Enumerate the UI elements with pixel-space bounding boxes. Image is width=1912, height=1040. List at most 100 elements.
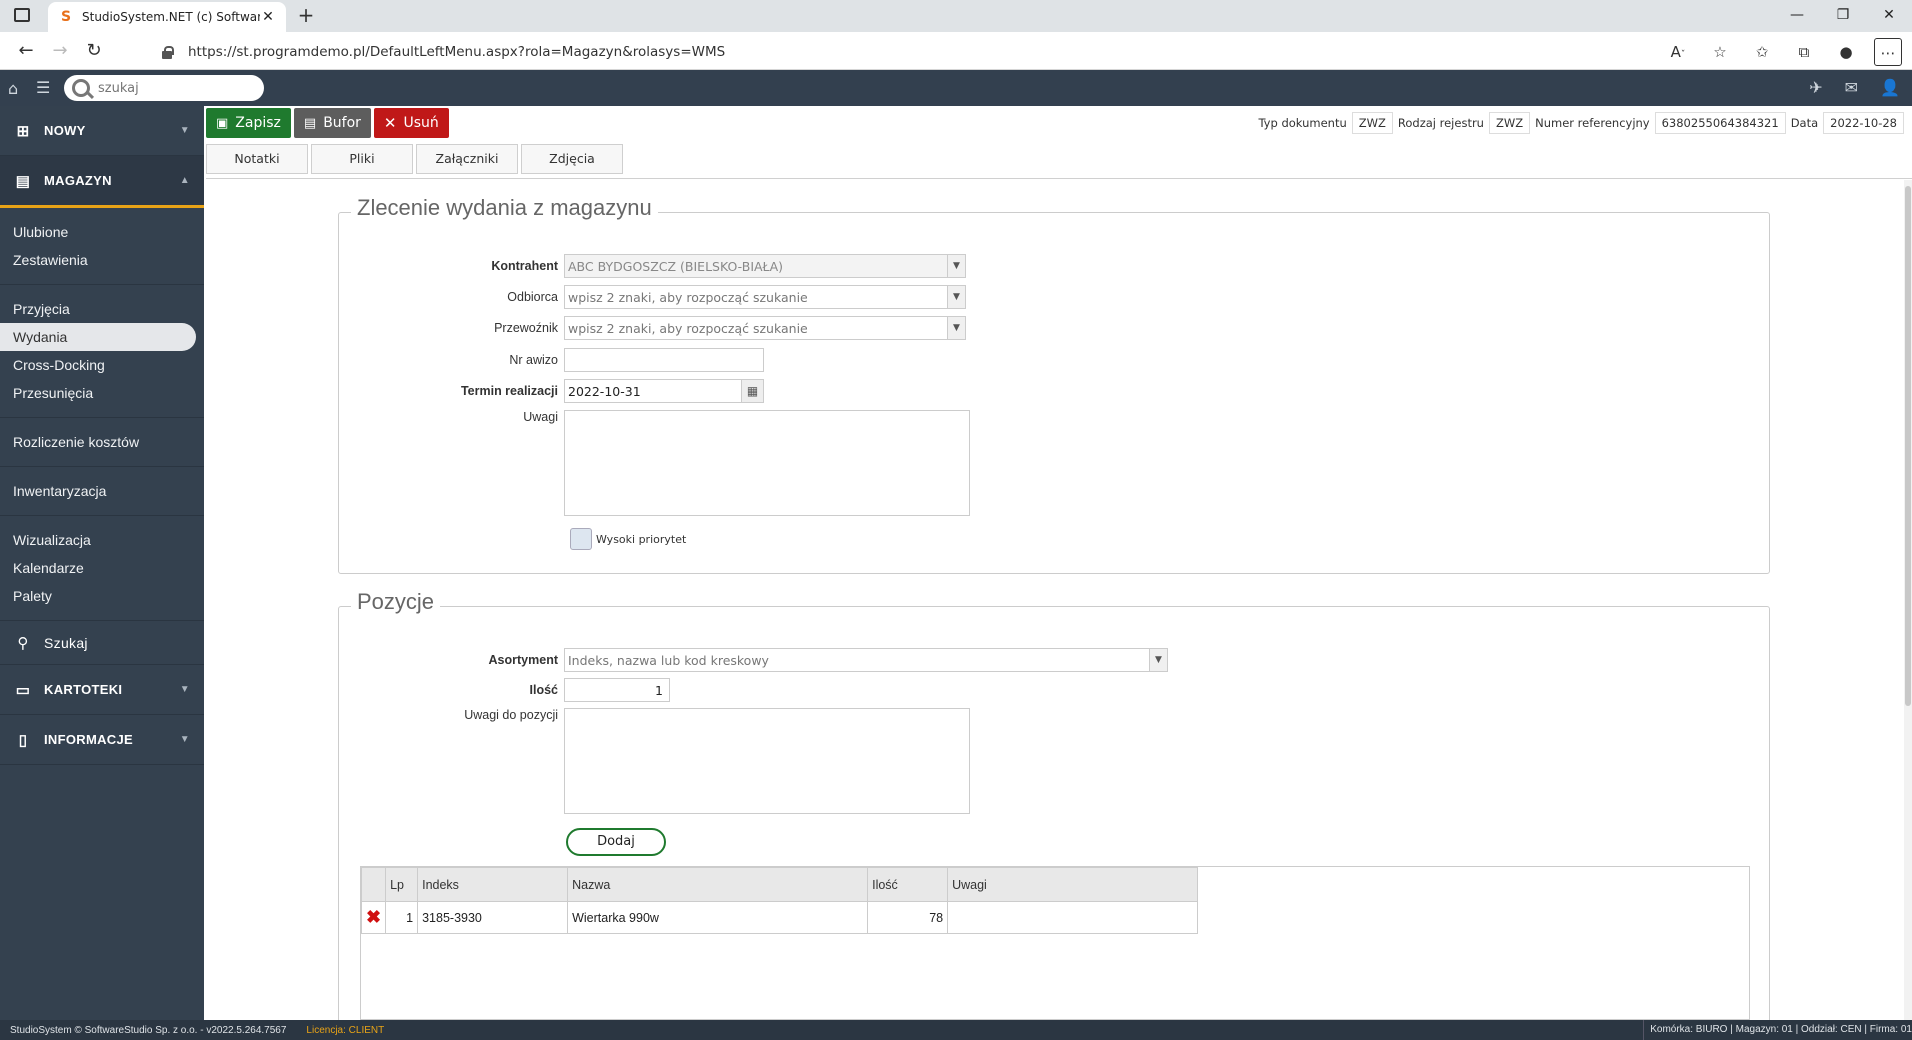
chevron-down-icon[interactable]: ▼ xyxy=(947,286,965,308)
termin-row: Termin realizacji 2022-10-31 ▦ xyxy=(338,379,764,403)
sidebar-item-inwentaryzacja[interactable]: Inwentaryzacja xyxy=(0,477,204,505)
sidebar-item-zestawienia[interactable]: Zestawienia xyxy=(0,246,204,274)
sidebar-section-label: MAGAZYN xyxy=(44,173,112,188)
sidebar-section-nowy[interactable]: ⊞ NOWY ▼ xyxy=(0,106,204,156)
column-header-ilosc[interactable]: Ilość xyxy=(867,867,949,902)
odbiorca-label: Odbiorca xyxy=(507,290,558,304)
sidebar-section-magazyn[interactable]: ▤ MAGAZYN ▲ xyxy=(0,156,204,208)
favorites-icon[interactable]: ✩ xyxy=(1748,38,1776,66)
add-position-button[interactable]: Dodaj xyxy=(566,828,666,856)
calendar-icon[interactable]: ▦ xyxy=(741,380,763,402)
save-button[interactable]: ▣ Zapisz xyxy=(206,108,291,138)
plus-square-icon: ⊞ xyxy=(16,122,30,140)
priorytet-checkbox[interactable] xyxy=(570,528,592,550)
uwagi-pozycji-label: Uwagi do pozycji xyxy=(464,708,558,722)
restore-icon[interactable]: ❐ xyxy=(1820,0,1866,32)
sidebar-group: Przyjęcia Wydania Cross-Docking Przesuni… xyxy=(0,285,204,418)
chevron-down-icon[interactable]: ▼ xyxy=(947,317,965,339)
nr-awizo-input[interactable] xyxy=(564,348,764,372)
home-icon[interactable]: ⌂ xyxy=(8,79,18,98)
search-input[interactable] xyxy=(98,80,238,96)
menu-toggle-icon[interactable]: ☰ xyxy=(36,78,50,97)
sidebar-item-ulubione[interactable]: Ulubione xyxy=(0,218,204,246)
chevron-down-icon: ▼ xyxy=(179,125,190,136)
chevron-down-icon: ▼ xyxy=(947,255,965,277)
sidebar-item-przesuniecia[interactable]: Przesunięcia xyxy=(0,379,204,407)
sidebar-item-cross-docking[interactable]: Cross-Docking xyxy=(0,351,204,379)
przewoznik-combo[interactable]: wpisz 2 znaki, aby rozpocząć szukanie ▼ xyxy=(564,316,966,340)
browser-tab-strip: S StudioSystem.NET (c) SoftwareSt ✕ + — … xyxy=(0,0,1912,32)
user-icon[interactable]: 👤 xyxy=(1880,78,1900,97)
more-menu-icon[interactable]: ⋯ xyxy=(1874,38,1902,66)
sidebar-group: Wizualizacja Kalendarze Palety xyxy=(0,516,204,621)
sidebar-item-wydania[interactable]: Wydania xyxy=(0,323,196,351)
forward-icon[interactable]: → xyxy=(48,39,72,63)
date-value: 2022-10-28 xyxy=(1823,112,1904,134)
uwagi-row: Uwagi xyxy=(338,410,970,516)
new-tab-button[interactable]: + xyxy=(294,4,318,28)
column-header-lp[interactable]: Lp xyxy=(385,867,419,902)
delete-button[interactable]: ✕ Usuń xyxy=(373,108,449,138)
column-header-uwagi[interactable]: Uwagi xyxy=(947,867,1199,902)
priorytet-label: Wysoki priorytet xyxy=(596,532,687,546)
uwagi-textarea[interactable] xyxy=(564,410,970,516)
date-label: Data xyxy=(1790,116,1819,130)
buffer-label: Bufor xyxy=(323,115,361,131)
sidebar-item-szukaj[interactable]: ⚲ Szukaj xyxy=(0,621,204,665)
sidebar-item-przyjecia[interactable]: Przyjęcia xyxy=(0,295,204,323)
ilosc-input[interactable]: 1 xyxy=(564,678,670,702)
address-bar[interactable]: https://st.programdemo.pl/DefaultLeftMen… xyxy=(160,39,1680,65)
sidebar-section-kartoteki[interactable]: ▭ KARTOTEKI ▼ xyxy=(0,665,204,715)
tab-pliki[interactable]: Pliki xyxy=(311,144,413,174)
kontrahent-combo: ABC BYDGOSZCZ (BIELSKO-BIAŁA) ▼ xyxy=(564,254,966,278)
termin-input[interactable]: 2022-10-31 ▦ xyxy=(564,379,764,403)
tab-notatki[interactable]: Notatki xyxy=(206,144,308,174)
sidebar-section-informacje[interactable]: ▯ INFORMACJE ▼ xyxy=(0,715,204,765)
sidebar-group: Ulubione Zestawienia xyxy=(0,208,204,285)
minimize-icon[interactable]: — xyxy=(1774,0,1820,32)
tab-actions-icon[interactable] xyxy=(14,8,30,22)
delete-label: Usuń xyxy=(403,115,439,131)
mail-icon[interactable]: ✉ xyxy=(1845,78,1858,97)
browser-tab[interactable]: S StudioSystem.NET (c) SoftwareSt ✕ xyxy=(48,2,286,32)
collections-icon[interactable]: ⧉ xyxy=(1790,38,1818,66)
chevron-down-icon[interactable]: ▼ xyxy=(1149,649,1167,671)
table-row[interactable]: ✖ 1 3185-3930 Wiertarka 990w 78 xyxy=(360,901,1199,934)
favorite-add-icon[interactable]: ☆ xyxy=(1706,38,1734,66)
close-tab-icon[interactable]: ✕ xyxy=(260,9,276,25)
save-label: Zapisz xyxy=(235,115,281,131)
register-type-value: ZWZ xyxy=(1488,112,1531,134)
column-header-nazwa[interactable]: Nazwa xyxy=(567,867,869,902)
odbiorca-combo[interactable]: wpisz 2 znaki, aby rozpocząć szukanie ▼ xyxy=(564,285,966,309)
profile-icon[interactable]: ● xyxy=(1832,38,1860,66)
tab-zalaczniki[interactable]: Załączniki xyxy=(416,144,518,174)
action-toolbar: ▣ Zapisz ▤ Bufor ✕ Usuń xyxy=(206,108,449,138)
browser-actions: Aˇ ☆ ✩ ⧉ ● ⋯ xyxy=(1664,38,1902,66)
plane-icon[interactable]: ✈ xyxy=(1809,78,1822,97)
delete-icon[interactable]: ✖ xyxy=(366,907,381,927)
sidebar-section-label: NOWY xyxy=(44,123,86,138)
close-window-icon[interactable]: ✕ xyxy=(1866,0,1912,32)
column-header-indeks[interactable]: Indeks xyxy=(417,867,569,902)
reload-icon[interactable]: ↻ xyxy=(82,39,106,63)
sidebar-item-palety[interactable]: Palety xyxy=(0,582,204,610)
sidebar-item-rozliczenie-kosztow[interactable]: Rozliczenie kosztów xyxy=(0,428,204,456)
scrollbar-thumb[interactable] xyxy=(1905,186,1911,706)
cell-ilosc: 78 xyxy=(867,901,949,934)
uwagi-pozycji-textarea[interactable] xyxy=(564,708,970,814)
sidebar-item-wizualizacja[interactable]: Wizualizacja xyxy=(0,526,204,554)
buffer-button[interactable]: ▤ Bufor xyxy=(293,108,371,138)
document-meta: Typ dokumentu ZWZ Rodzaj rejestru ZWZ Nu… xyxy=(1253,112,1904,134)
global-search[interactable] xyxy=(64,75,264,101)
nr-awizo-row: Nr awizo xyxy=(338,348,764,372)
ref-number-label: Numer referencyjny xyxy=(1535,116,1650,130)
asortyment-combo[interactable]: Indeks, nazwa lub kod kreskowy ▼ xyxy=(564,648,1168,672)
read-aloud-icon[interactable]: Aˇ xyxy=(1664,38,1692,66)
sidebar-item-kalendarze[interactable]: Kalendarze xyxy=(0,554,204,582)
przewoznik-label: Przewoźnik xyxy=(494,321,558,335)
tab-zdjecia[interactable]: Zdjęcia xyxy=(521,144,623,174)
asortyment-placeholder: Indeks, nazwa lub kod kreskowy xyxy=(568,652,769,668)
back-icon[interactable]: ← xyxy=(14,39,38,63)
status-license: Licencja: CLIENT xyxy=(306,1024,385,1036)
cell-indeks: 3185-3930 xyxy=(417,901,569,934)
